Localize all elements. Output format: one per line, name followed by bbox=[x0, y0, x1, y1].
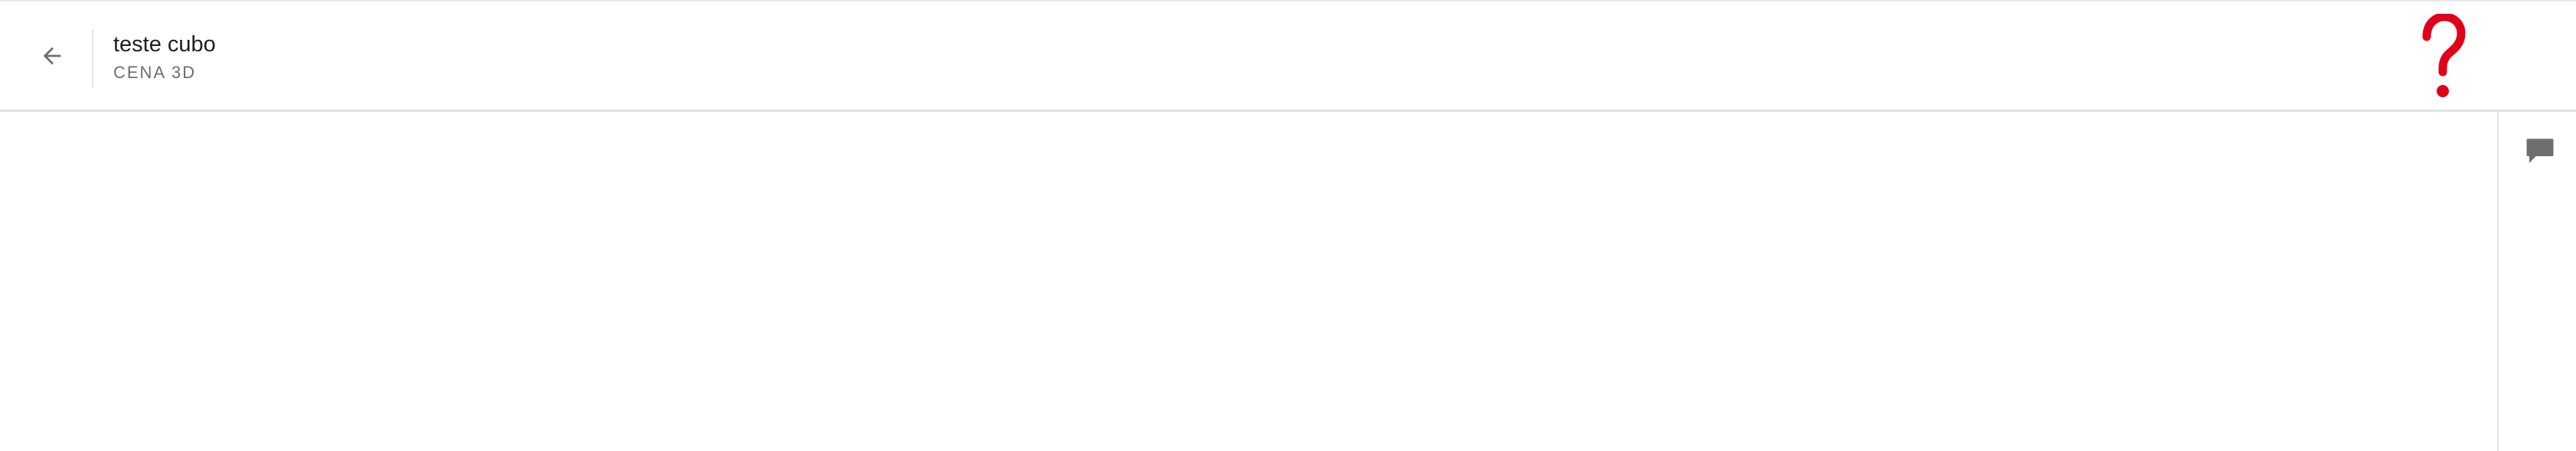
document-title-block: teste cubo CENA 3D bbox=[113, 31, 216, 84]
header-divider bbox=[92, 29, 93, 87]
back-button[interactable] bbox=[29, 31, 75, 84]
top-header-bar: teste cubo CENA 3D bbox=[0, 3, 2576, 112]
right-side-rail bbox=[2497, 112, 2576, 451]
document-title: teste cubo bbox=[113, 32, 216, 57]
question-mark-icon bbox=[2419, 11, 2468, 106]
arrow-left-icon bbox=[39, 43, 65, 73]
scene-canvas[interactable] bbox=[0, 112, 2497, 451]
help-button[interactable] bbox=[2413, 11, 2474, 107]
comment-bubble-icon bbox=[2524, 135, 2556, 171]
app-window: teste cubo CENA 3D bbox=[0, 0, 2576, 451]
document-type-label: CENA 3D bbox=[113, 63, 197, 82]
comments-button[interactable] bbox=[2522, 135, 2558, 170]
